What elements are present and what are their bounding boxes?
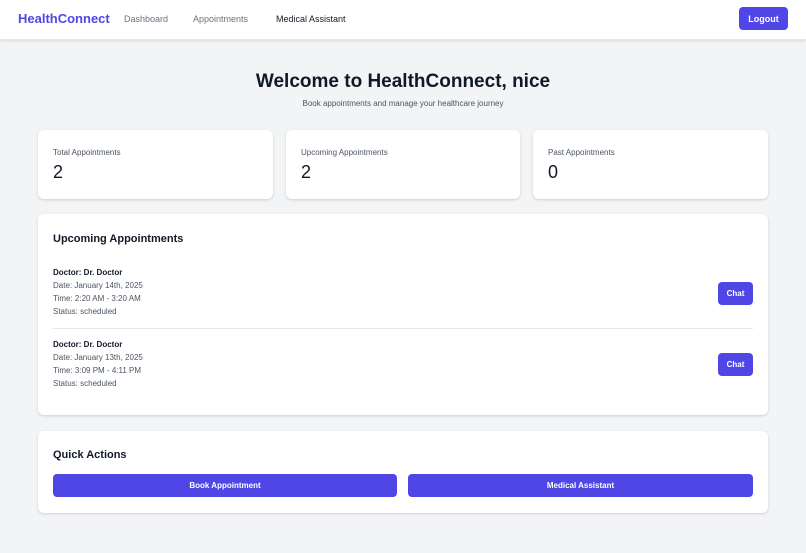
chat-button[interactable]: Chat <box>718 282 753 305</box>
stat-card-upcoming: Upcoming Appointments 2 <box>286 130 520 199</box>
stat-value: 2 <box>301 162 312 182</box>
appointment-doctor: Doctor: Dr. Doctor <box>53 340 123 349</box>
appointment-date: Date: January 14th, 2025 <box>53 281 143 290</box>
appointment-date: Date: January 13th, 2025 <box>53 353 143 362</box>
section-title: Upcoming Appointments <box>53 233 184 245</box>
nav-link-appointments[interactable]: Appointments <box>193 14 248 24</box>
stat-label: Upcoming Appointments <box>301 148 388 157</box>
page-title: Welcome to HealthConnect, nice <box>255 71 551 92</box>
stat-value: 2 <box>53 162 64 182</box>
brand-logo[interactable]: HealthConnect <box>18 11 110 26</box>
top-navbar: HealthConnect Dashboard Appointments Med… <box>0 0 806 40</box>
section-title: Quick Actions <box>53 449 127 461</box>
chat-button[interactable]: Chat <box>718 353 753 376</box>
stat-card-past: Past Appointments 0 <box>533 130 768 199</box>
medical-assistant-button[interactable]: Medical Assistant <box>408 474 753 497</box>
divider <box>53 328 753 329</box>
appointment-time: Time: 3:09 PM - 4:11 PM <box>53 366 142 375</box>
stat-value: 0 <box>548 162 559 182</box>
book-appointment-button[interactable]: Book Appointment <box>53 474 397 497</box>
stat-card-total: Total Appointments 2 <box>38 130 273 199</box>
stat-label: Total Appointments <box>53 148 121 157</box>
quick-actions-card: Quick Actions Book Appointment Medical A… <box>38 431 768 513</box>
nav-link-medical-assistant[interactable]: Medical Assistant <box>276 14 346 24</box>
upcoming-appointments-card: Upcoming Appointments Doctor: Dr. Doctor… <box>38 214 768 415</box>
appointment-time: Time: 2:20 AM - 3:20 AM <box>53 294 141 303</box>
appointment-doctor: Doctor: Dr. Doctor <box>53 268 123 277</box>
appointment-item: Doctor: Dr. Doctor Date: January 13th, 2… <box>53 340 753 402</box>
stat-label: Past Appointments <box>548 148 615 157</box>
page-subtitle: Book appointments and manage your health… <box>302 99 504 108</box>
logout-button[interactable]: Logout <box>739 7 788 30</box>
appointment-status: Status: scheduled <box>53 379 117 388</box>
nav-link-dashboard[interactable]: Dashboard <box>124 14 168 24</box>
appointment-item: Doctor: Dr. Doctor Date: January 14th, 2… <box>53 268 753 330</box>
appointment-status: Status: scheduled <box>53 307 117 316</box>
